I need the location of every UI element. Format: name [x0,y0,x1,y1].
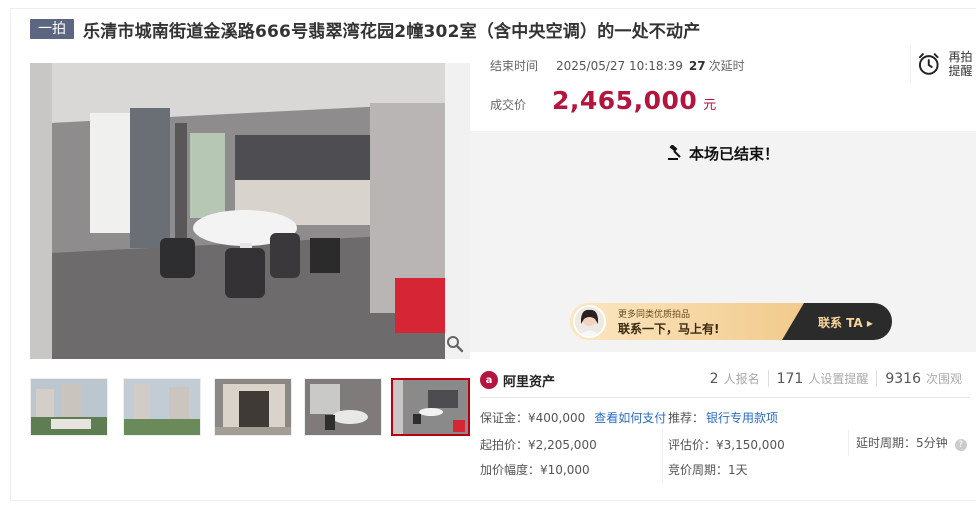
stat-label: 次围观 [925,372,962,386]
stat-num: 2 [709,371,719,387]
agent-avatar [573,305,606,338]
thumbnail-1[interactable] [30,378,108,436]
thumbnail-2[interactable] [123,378,201,436]
banner-subtitle: 更多同类优质拍品 [618,310,691,320]
zoom-icon[interactable] [446,335,464,353]
title-row: 一拍 乐清市城南街道金溪路666号翡翠湾花园2幢302室（含中央空调）的一处不动… [30,17,701,42]
contact-ta-button[interactable]: 联系 TA ▸ [818,314,873,331]
bid-period: 竞价周期：1天 [668,463,748,477]
contact-banner[interactable]: 更多同类优质拍品 联系一下，马上有! 联系 TA ▸ [570,303,892,340]
platform-name: 阿里资产 [503,374,556,390]
start-price: 起拍价：¥2,205,000 [480,438,597,452]
deposit-info: 保证金：¥400,000 查看如何支付 [480,409,666,426]
deal-price-unit: 元 [703,98,717,113]
deal-price-label: 成交价 [490,98,527,112]
stat-views: 9316 次围观 [876,370,970,387]
end-time-label: 结束时间 [490,59,539,73]
ended-text: 本场已结束！ [688,145,779,163]
deal-price-row: 成交价 2,465,000 元 [490,86,716,115]
remind-button[interactable]: 再拍提醒 [910,46,976,82]
thumbnail-strip [30,378,470,438]
stat-label: 人报名 [723,372,760,386]
thumbnail-3[interactable] [214,378,292,436]
divider [480,397,970,398]
auction-ended-message: 本场已结束！ [470,143,976,164]
recommend-label: 推荐： [668,411,705,425]
auction-round-badge: 一拍 [30,19,74,39]
stat-label: 人设置提醒 [808,372,869,386]
thumbnail-4[interactable] [304,378,382,436]
stat-num: 171 [776,371,804,387]
delay-label: 次延时 [708,59,745,73]
stat-reminders: 171 人设置提醒 [767,370,877,387]
delay-count: 27 [688,58,706,73]
delay-period-info: 延时周期：5分钟? [856,434,967,451]
ali-logo-icon: a [480,371,498,389]
appraisal-price: 评估价：¥3,150,000 [668,438,785,452]
remind-label: 再拍提醒 [948,50,973,78]
bid-increment: 加价幅度：¥10,000 [480,463,590,477]
delay-period: 延时周期：5分钟 [856,436,948,450]
stat-num: 9316 [885,371,921,387]
platform-stats-row: a 阿里资产 2 人报名 171 人设置提醒 9316 次围观 [480,366,976,394]
recommend-info: 推荐： 银行专用款项 [668,409,778,426]
alarm-clock-icon [918,53,939,75]
help-icon[interactable]: ? [954,439,967,451]
end-time-row: 结束时间 2025/05/27 10:18:39 27 次延时 [490,57,745,74]
deposit-value: 保证金：¥400,000 [480,411,586,425]
column-divider [662,430,663,482]
deal-price-value: 2,465,000 [552,86,698,115]
stat-registrations: 2 人报名 [702,370,768,387]
main-photo[interactable] [30,63,470,359]
column-divider [848,430,849,456]
how-to-pay-link[interactable]: 查看如何支付 [594,411,666,425]
thumbnail-5-selected[interactable] [391,378,470,436]
ali-assets-logo[interactable]: a 阿里资产 [480,371,555,390]
stats: 2 人报名 171 人设置提醒 9316 次围观 [702,370,970,387]
page-title: 乐清市城南街道金溪路666号翡翠湾花园2幢302室（含中央空调）的一处不动产 [83,21,701,42]
bank-payment-link[interactable]: 银行专用款项 [706,411,778,425]
end-time-value: 2025/05/27 10:18:39 [556,58,683,73]
gavel-icon [667,145,681,160]
banner-headline: 联系一下，马上有! [618,322,720,336]
